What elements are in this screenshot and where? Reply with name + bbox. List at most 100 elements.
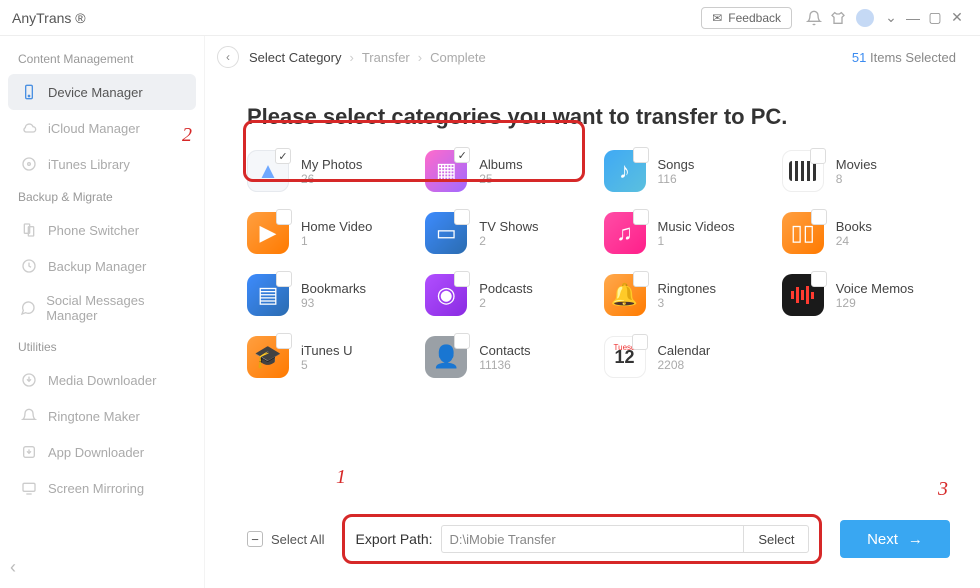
select-path-button[interactable]: Select (743, 525, 809, 553)
home-video-icon: ▶ (247, 212, 289, 254)
feedback-label: Feedback (728, 11, 781, 25)
breadcrumb: ‹ Select Category › Transfer › Complete … (217, 36, 956, 78)
check-icon: ✓ (275, 148, 291, 164)
category-books[interactable]: ▯▯ Books24 (782, 212, 950, 254)
category-tv-shows[interactable]: ▭ TV Shows2 (425, 212, 593, 254)
sidebar-item-label: iCloud Manager (48, 121, 140, 136)
app-title: AnyTrans ® (12, 10, 86, 26)
feedback-button[interactable]: ✉ Feedback (701, 7, 792, 29)
sidebar-item-backup-manager[interactable]: Backup Manager (8, 248, 196, 284)
minus-icon: − (247, 531, 263, 547)
items-selected-count: 51 (852, 50, 866, 65)
itunes-u-icon: 🎓 (247, 336, 289, 378)
podcasts-icon: ◉ (425, 274, 467, 316)
sidebar-heading-content: Content Management (8, 44, 196, 74)
category-voice-memos[interactable]: Voice Memos129 (782, 274, 950, 316)
checkbox-icon (633, 209, 649, 225)
books-icon: ▯▯ (782, 212, 824, 254)
sidebar-item-media-downloader[interactable]: Media Downloader (8, 362, 196, 398)
checkbox-icon (454, 271, 470, 287)
sidebar-item-app-downloader[interactable]: App Downloader (8, 434, 196, 470)
minimize-button[interactable]: — (904, 9, 922, 27)
sidebar-item-label: Ringtone Maker (48, 409, 140, 424)
chevron-right-icon: › (418, 50, 422, 65)
sidebar-heading-backup: Backup & Migrate (8, 182, 196, 212)
breadcrumb-select[interactable]: Select Category (249, 50, 342, 65)
checkbox-icon (632, 334, 648, 350)
sidebar-item-itunes[interactable]: iTunes Library (8, 146, 196, 182)
category-ringtones[interactable]: 🔔 Ringtones3 (604, 274, 772, 316)
bell-icon[interactable] (806, 10, 822, 26)
albums-icon: ▦✓ (425, 150, 467, 192)
checkbox-icon (276, 333, 292, 349)
page-title: Please select categories you want to tra… (247, 104, 956, 130)
photos-icon: ▲✓ (247, 150, 289, 192)
shirt-icon[interactable] (830, 10, 846, 26)
checkbox-icon (454, 209, 470, 225)
chevron-down-icon[interactable]: ⌄ (882, 9, 900, 27)
sidebar-item-social[interactable]: Social Messages Manager (8, 284, 196, 332)
back-button[interactable]: ‹ (217, 46, 239, 68)
avatar[interactable] (856, 9, 874, 27)
breadcrumb-complete: Complete (430, 50, 486, 65)
sidebar-item-device-manager[interactable]: Device Manager (8, 74, 196, 110)
songs-icon: ♪ (604, 150, 646, 192)
screen-icon (20, 479, 38, 497)
select-all-checkbox[interactable]: − Select All (247, 531, 324, 547)
sidebar-item-phone-switcher[interactable]: Phone Switcher (8, 212, 196, 248)
annotation-number-1: 1 (336, 466, 346, 489)
arrow-right-icon: → (908, 531, 923, 548)
content: ‹ Select Category › Transfer › Complete … (205, 36, 980, 588)
titlebar: AnyTrans ® ✉ Feedback ⌄ — ▢ ✕ (0, 0, 980, 36)
cloud-icon (20, 119, 38, 137)
sidebar-item-label: Device Manager (48, 85, 143, 100)
checkbox-icon (810, 148, 826, 164)
category-albums[interactable]: ▦✓ Albums25 (425, 150, 593, 192)
chevron-right-icon: › (350, 50, 354, 65)
sidebar-item-label: App Downloader (48, 445, 144, 460)
category-home-video[interactable]: ▶ Home Video1 (247, 212, 415, 254)
checkbox-icon (276, 271, 292, 287)
collapse-sidebar-button[interactable]: ‹ (10, 557, 16, 578)
device-icon (20, 83, 38, 101)
calendar-icon: Tuesd12 (604, 336, 646, 378)
checkbox-icon (454, 333, 470, 349)
export-path-input[interactable] (441, 525, 744, 553)
sidebar: Content Management Device Manager iCloud… (0, 36, 205, 588)
checkbox-icon (276, 209, 292, 225)
category-my-photos[interactable]: ▲✓ My Photos26 (247, 150, 415, 192)
sidebar-heading-utilities: Utilities (8, 332, 196, 362)
category-calendar[interactable]: Tuesd12 Calendar2208 (604, 336, 772, 378)
music-disc-icon (20, 155, 38, 173)
category-grid: ▲✓ My Photos26 ▦✓ Albums25 ♪ Songs116 Mo… (217, 150, 956, 378)
category-bookmarks[interactable]: ▤ Bookmarks93 (247, 274, 415, 316)
download-icon (20, 371, 38, 389)
next-label: Next (867, 531, 898, 548)
category-movies[interactable]: Movies8 (782, 150, 950, 192)
close-button[interactable]: ✕ (948, 9, 966, 27)
items-selected: 51 Items Selected (852, 50, 956, 65)
category-songs[interactable]: ♪ Songs116 (604, 150, 772, 192)
sidebar-item-ringtone-maker[interactable]: Ringtone Maker (8, 398, 196, 434)
category-itunes-u[interactable]: 🎓 iTunes U5 (247, 336, 415, 378)
next-button[interactable]: Next → (840, 520, 950, 558)
checkbox-icon (633, 147, 649, 163)
sidebar-item-label: Screen Mirroring (48, 481, 144, 496)
export-path-group: Export Path: Select (342, 514, 822, 564)
sidebar-item-label: iTunes Library (48, 157, 130, 172)
check-icon: ✓ (454, 147, 470, 163)
sidebar-item-screen-mirroring[interactable]: Screen Mirroring (8, 470, 196, 506)
annotation-number-3: 3 (938, 478, 948, 501)
category-podcasts[interactable]: ◉ Podcasts2 (425, 274, 593, 316)
checkbox-icon (633, 271, 649, 287)
music-video-icon: ♫ (604, 212, 646, 254)
sidebar-item-icloud[interactable]: iCloud Manager (8, 110, 196, 146)
sidebar-item-label: Phone Switcher (48, 223, 139, 238)
sidebar-item-label: Social Messages Manager (46, 293, 184, 323)
bell-icon (20, 407, 38, 425)
maximize-button[interactable]: ▢ (926, 9, 944, 27)
voice-memos-icon (782, 274, 824, 316)
category-contacts[interactable]: 👤 Contacts11136 (425, 336, 593, 378)
phone-switch-icon (20, 221, 38, 239)
category-music-videos[interactable]: ♫ Music Videos1 (604, 212, 772, 254)
